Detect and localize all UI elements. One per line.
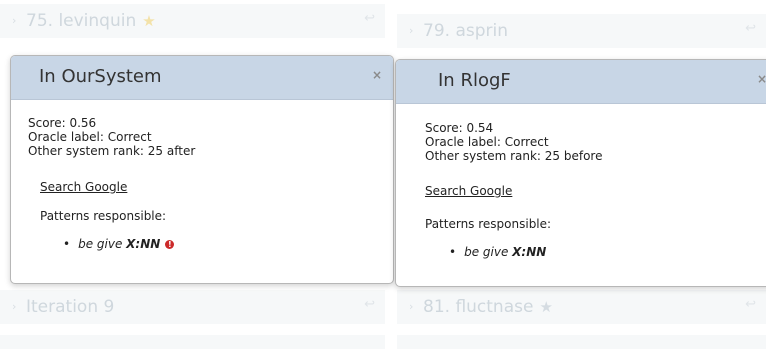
list-item[interactable]: › Iteration 9 ↩ — [0, 290, 385, 324]
list-item — [397, 335, 766, 349]
popover-oursystem: In OurSystem × Score: 0.56 Oracle label:… — [10, 55, 394, 284]
popover-title: In RlogF — [438, 70, 511, 91]
popover-header: In RlogF × — [396, 60, 766, 104]
popover-details: Score: 0.54 Oracle label: Correct Other … — [425, 121, 603, 163]
score-text: Score: 0.56 — [28, 116, 97, 130]
chevron-right-icon: › — [409, 300, 414, 313]
search-google-link[interactable]: Search Google — [40, 180, 127, 194]
bullet-icon: • — [449, 245, 457, 259]
list-item-label: 75. levinquin — [26, 11, 137, 31]
pattern-text: be give — [464, 245, 509, 259]
chevron-right-icon: › — [12, 14, 17, 27]
search-google-link[interactable]: Search Google — [425, 184, 512, 198]
close-icon[interactable]: × — [372, 68, 382, 82]
close-icon[interactable]: × — [757, 72, 766, 86]
popover-header: In OurSystem × — [11, 56, 393, 100]
popover-rlogf: In RlogF × Score: 0.54 Oracle label: Cor… — [395, 59, 766, 287]
list-item — [0, 335, 385, 349]
undo-icon[interactable]: ↩ — [745, 12, 756, 46]
star-icon: ★ — [142, 12, 156, 30]
chevron-right-icon: › — [12, 300, 17, 313]
other-rank-text: Other system rank: 25 after — [28, 144, 196, 158]
undo-icon[interactable]: ↩ — [364, 288, 375, 322]
list-item-label: 81. fluctnase — [423, 297, 534, 317]
undo-icon[interactable]: ↩ — [745, 288, 756, 322]
score-text: Score: 0.54 — [425, 121, 494, 135]
patterns-label: Patterns responsible: — [40, 209, 167, 223]
pattern-text: be give — [78, 237, 123, 251]
pattern-var: X:NN — [512, 245, 547, 259]
pattern-item: • be give X:NN! — [63, 237, 175, 251]
oracle-label-text: Oracle label: Correct — [28, 130, 152, 144]
list-item-label: Iteration 9 — [26, 297, 115, 317]
popover-title: In OurSystem — [39, 66, 162, 87]
star-icon: ★ — [539, 298, 553, 316]
pattern-item: • be give X:NN — [449, 245, 546, 259]
pattern-var: X:NN — [126, 237, 161, 251]
list-item[interactable]: › 75. levinquin ★ ↩ — [0, 4, 385, 38]
list-item[interactable]: › 79. asprin ↩ — [397, 14, 766, 48]
popover-details: Score: 0.56 Oracle label: Correct Other … — [28, 116, 195, 158]
list-item-label: 79. asprin — [423, 21, 508, 41]
chevron-right-icon: › — [409, 24, 414, 37]
warning-icon[interactable]: ! — [165, 240, 175, 249]
bullet-icon: • — [63, 237, 71, 251]
oracle-label-text: Oracle label: Correct — [425, 135, 549, 149]
undo-icon[interactable]: ↩ — [364, 2, 375, 36]
list-item[interactable]: › 81. fluctnase ★ ↩ — [397, 290, 766, 324]
patterns-label: Patterns responsible: — [425, 217, 552, 231]
other-rank-text: Other system rank: 25 before — [425, 149, 603, 163]
